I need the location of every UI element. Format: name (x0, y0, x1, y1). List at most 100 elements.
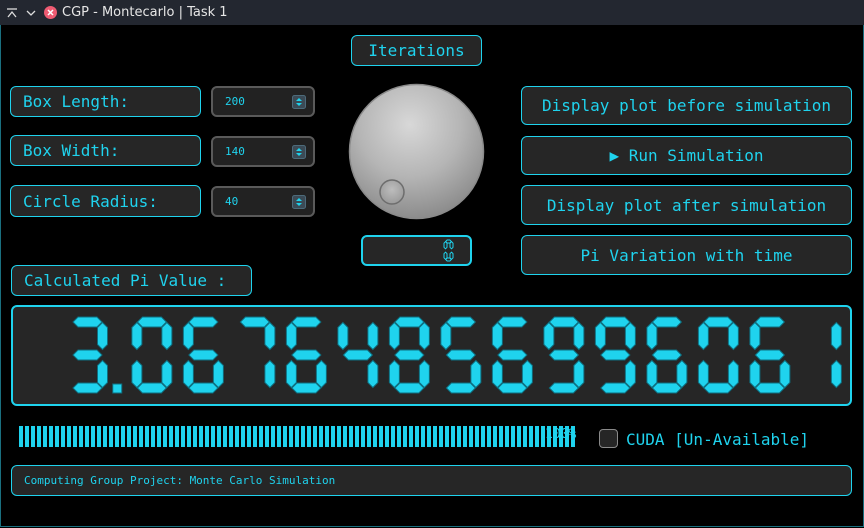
progress-chunk (49, 426, 53, 447)
progress-chunk (103, 426, 107, 447)
lcd-digit (543, 316, 585, 394)
progress-chunk (343, 426, 347, 447)
progress-chunk (217, 426, 221, 447)
lcd-segment (497, 316, 528, 328)
status-bar: Computing Group Project: Monte Carlo Sim… (11, 465, 852, 496)
progress-chunk (439, 426, 443, 447)
box-length-label: Box Length: (10, 86, 201, 117)
box-length-value[interactable]: 200 (213, 95, 292, 108)
lcd-segment (600, 316, 631, 328)
lcd-segment (285, 359, 297, 389)
progress-chunk (127, 426, 131, 447)
lcd-segment (646, 321, 658, 351)
display-plot-before-button[interactable]: Display plot before simulation (521, 86, 852, 125)
circle-radius-spinbox[interactable]: 40 (211, 186, 315, 217)
lcd-segment (388, 321, 400, 351)
lcd-segment (188, 349, 219, 361)
lcd-segment (548, 349, 580, 361)
lcd-segment (449, 240, 454, 250)
lcd-segment (161, 359, 173, 389)
lcd-segment (72, 316, 103, 328)
progress-chunk (283, 426, 287, 447)
lcd-digit (697, 316, 739, 394)
lcd-segment (830, 359, 842, 389)
lcd-segment (291, 382, 322, 394)
lcd-segment (97, 359, 108, 389)
progress-chunk (409, 426, 413, 447)
dial-handle[interactable] (379, 179, 405, 205)
lcd-segment (573, 359, 585, 389)
display-plot-after-button[interactable]: Display plot after simulation (521, 185, 852, 225)
lcd-segment (624, 321, 636, 351)
lcd-segment (182, 321, 194, 351)
window-title: CGP - Montecarlo | Task 1 (62, 5, 228, 20)
lcd-digit (239, 316, 276, 389)
lcd-segment (97, 321, 108, 351)
progress-chunk (19, 426, 23, 447)
progress-chunk (421, 426, 425, 447)
lcd-segment (285, 321, 297, 351)
progress-chunk (169, 426, 173, 447)
lcd-segment (548, 316, 580, 328)
iterations-dial[interactable] (348, 83, 485, 220)
progress-chunk (61, 426, 65, 447)
lcd-segment (749, 359, 761, 389)
box-width-spinbox[interactable]: 140 (211, 136, 315, 167)
progress-chunk (493, 426, 497, 447)
progress-chunk (391, 426, 395, 447)
spin-arrows-icon[interactable] (292, 94, 306, 109)
progress-chunk (241, 426, 245, 447)
progress-chunk (85, 426, 89, 447)
lcd-segment (367, 321, 379, 351)
lcd-segment (188, 382, 219, 394)
progress-chunk (403, 426, 407, 447)
lcd-segment (445, 349, 477, 361)
lcd-digit (388, 316, 430, 394)
close-button[interactable] (44, 6, 57, 19)
box-width-value[interactable]: 140 (213, 145, 292, 158)
lcd-segment (543, 321, 555, 351)
circle-radius-value[interactable]: 40 (213, 195, 292, 208)
lcd-segment (703, 382, 734, 394)
cuda-checkbox[interactable] (599, 429, 618, 448)
progress-chunk (277, 426, 281, 447)
progress-chunk (469, 426, 473, 447)
lcd-segment (443, 251, 448, 261)
progress-chunk (475, 426, 479, 447)
progress-chunk (349, 426, 353, 447)
lcd-digit (646, 316, 688, 394)
progress-chunk (37, 426, 41, 447)
lcd-segment (548, 382, 580, 394)
progress-chunk (235, 426, 239, 447)
progress-chunk (367, 426, 371, 447)
progress-chunk (313, 426, 317, 447)
progress-chunk (505, 426, 509, 447)
keep-above-icon[interactable] (5, 6, 19, 20)
spin-arrows-icon[interactable] (292, 144, 306, 159)
progress-chunk (535, 426, 539, 447)
lcd-digit (440, 316, 482, 394)
lcd-segment (830, 321, 842, 351)
chevron-down-icon[interactable] (24, 6, 38, 20)
box-length-spinbox[interactable]: 200 (211, 86, 315, 117)
run-simulation-button[interactable]: ▶ Run Simulation (521, 136, 852, 175)
lcd-segment (388, 359, 400, 389)
progress-chunk (109, 426, 113, 447)
lcd-segment (72, 349, 103, 361)
box-width-label: Box Width: (10, 135, 201, 166)
progress-chunk (481, 426, 485, 447)
progress-chunk (523, 426, 527, 447)
lcd-segment (600, 349, 631, 361)
lcd-segment (291, 316, 322, 328)
lcd-digit (749, 316, 791, 394)
progress-chunk (43, 426, 47, 447)
progress-chunk (301, 426, 305, 447)
cuda-label[interactable]: CUDA [Un-Available] (626, 430, 809, 449)
progress-chunk (259, 426, 263, 447)
iterations-lcd-display (443, 239, 454, 262)
lcd-segment (573, 321, 585, 351)
lcd-segment (418, 359, 430, 389)
lcd-segment (342, 349, 374, 361)
pi-variation-button[interactable]: Pi Variation with time (521, 235, 852, 275)
spin-arrows-icon[interactable] (292, 194, 306, 209)
